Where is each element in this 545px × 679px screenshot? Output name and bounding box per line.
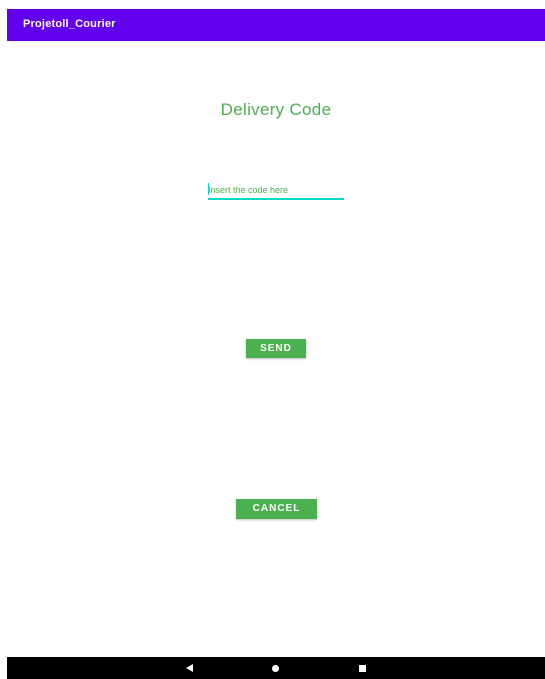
text-cursor [208,183,209,195]
nav-recents-button[interactable] [350,657,374,679]
send-button[interactable]: SEND [246,339,306,358]
app-title: Projetoll_Courier [23,18,116,30]
back-triangle-icon [185,664,193,672]
page-title: Delivery Code [220,100,332,119]
system-navigation-bar [7,657,545,679]
nav-home-button[interactable] [263,657,287,679]
recents-square-icon [358,664,366,672]
nav-back-button[interactable] [177,657,201,679]
home-circle-icon [271,664,279,672]
app-screen: Projetoll_Courier Delivery Code SEND CAN… [7,9,545,679]
delivery-code-input[interactable] [208,182,344,200]
cancel-button[interactable]: CANCEL [236,499,317,519]
app-bar: Projetoll_Courier [7,9,545,41]
